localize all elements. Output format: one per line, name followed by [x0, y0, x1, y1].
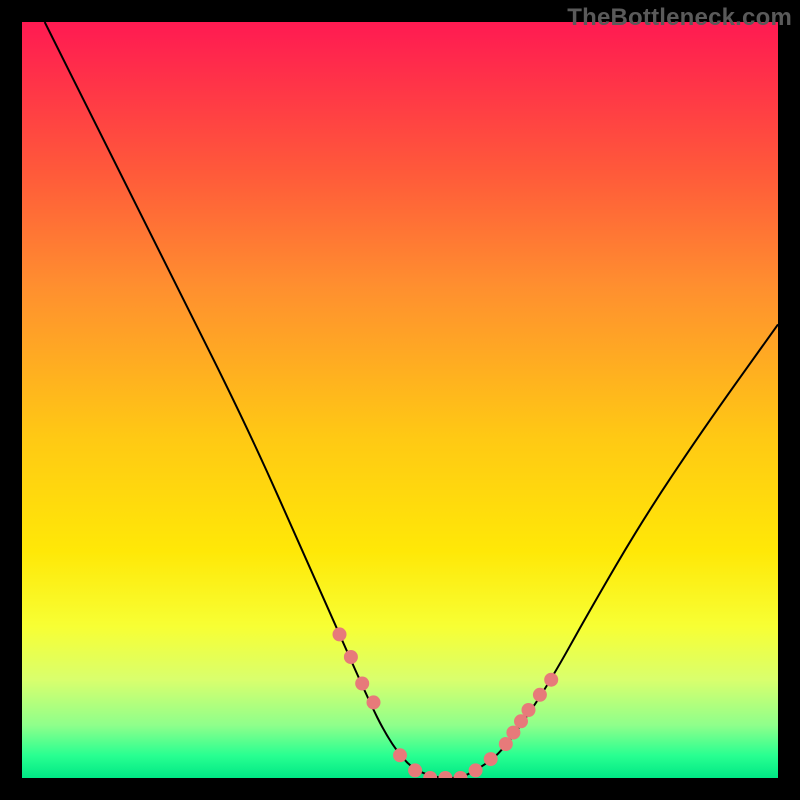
marker-point: [367, 695, 381, 709]
chart-frame: TheBottleneck.com: [0, 0, 800, 800]
plot-svg: [22, 22, 778, 778]
marker-point: [454, 771, 468, 778]
marker-point: [499, 737, 513, 751]
marker-point: [522, 703, 536, 717]
watermark-text: TheBottleneck.com: [567, 4, 792, 32]
marker-point: [484, 752, 498, 766]
marker-point: [469, 763, 483, 777]
highlight-markers: [333, 627, 559, 778]
marker-point: [344, 650, 358, 664]
marker-point: [333, 627, 347, 641]
marker-point: [393, 748, 407, 762]
marker-point: [438, 771, 452, 778]
marker-point: [423, 771, 437, 778]
plot-area: [22, 22, 778, 778]
marker-point: [408, 763, 422, 777]
marker-point: [355, 677, 369, 691]
marker-point: [544, 673, 558, 687]
bottleneck-curve: [45, 22, 778, 778]
marker-point: [533, 688, 547, 702]
